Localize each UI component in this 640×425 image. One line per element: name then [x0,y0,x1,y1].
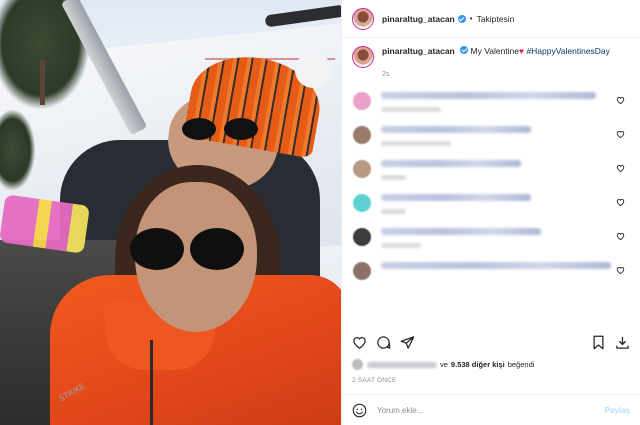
profile-avatar[interactable] [352,7,374,30]
comment-text-blurred [381,194,531,201]
bookmark-icon[interactable] [591,335,606,350]
liker-avatar [352,359,363,370]
comment-body-blurred [381,92,596,112]
heart-icon[interactable] [352,335,367,350]
emoji-icon[interactable] [352,403,367,418]
header-username[interactable]: pinaraltug_atacan [382,14,455,24]
caption-time: 2s [382,71,390,78]
caption-username[interactable]: pinaraltug_atacan [382,46,455,56]
photo-tree-small [0,110,35,190]
comment-body-blurred [381,160,521,180]
comment-like-heart-icon[interactable] [616,232,625,242]
photo-tree-trunk [40,60,45,105]
comment-meta-blurred [381,209,406,214]
comment-item [352,194,630,214]
comment-item [352,160,630,180]
comment-like-heart-icon[interactable] [616,164,625,174]
comment-like-heart-icon[interactable] [616,96,625,106]
post-header: pinaraltug_atacan • Takiptesin [342,0,640,38]
comment-like-heart-icon[interactable] [616,266,625,276]
comment-text-blurred [381,92,596,99]
posted-time: 2 SAAT ÖNCE [352,377,397,384]
download-icon[interactable] [615,335,630,350]
comments-list[interactable]: pinaraltug_atacan My Valentine♥ #HappyVa… [342,38,640,324]
likes-suffix: beğendi [507,360,535,369]
comment-body-blurred [381,126,531,146]
comment-text-blurred [381,262,611,269]
header-separator: • [469,14,473,23]
share-icon[interactable] [400,335,415,350]
verified-icon [460,46,469,54]
post-comment-button[interactable]: Paylaş [605,406,630,415]
comment-items [352,92,630,280]
comment-avatar[interactable] [353,160,371,178]
comment-item [352,262,630,280]
comment-like-heart-icon[interactable] [616,198,625,208]
action-bar [352,333,630,351]
post-view: STRIKE pinaraltug_atacan • Takiptesin pi… [0,0,640,425]
comment-meta-blurred [381,107,441,112]
likes-count[interactable]: 9.538 diğer kişi [451,360,505,369]
caption-text: pinaraltug_atacan My Valentine♥ #HappyVa… [382,46,610,57]
heart-emoji: ♥ [519,46,525,56]
photo-jacket-zipper [150,340,153,425]
likes-summary[interactable]: ve 9.538 diğer kişi beğendi [352,359,534,370]
comment-avatar[interactable] [353,92,371,110]
comment-input[interactable] [377,405,605,415]
comment-text-blurred [381,228,541,235]
comment-body-blurred [381,194,531,214]
post-photo[interactable]: STRIKE [0,0,341,425]
comment-text-blurred [381,160,521,167]
caption-body: My Valentine [470,46,520,56]
comment-body-blurred [381,262,611,269]
comment-meta-blurred [381,243,421,248]
comment-icon[interactable] [376,335,391,350]
likes-connector: ve [440,360,448,369]
liker-name-blurred [367,361,437,368]
comment-avatar[interactable] [353,126,371,144]
comment-item [352,228,630,248]
add-comment-bar: Paylaş [342,394,640,425]
comment-avatar[interactable] [353,262,371,280]
comment-avatar[interactable] [353,228,371,246]
comment-text-blurred [381,126,531,133]
comment-body-blurred [381,228,541,248]
post-sidebar: pinaraltug_atacan • Takiptesin pinaraltu… [341,0,640,425]
caption-avatar[interactable] [352,46,374,68]
comment-item [352,92,630,112]
photo-woman-sunglasses [130,228,248,270]
photo-man-sunglasses [182,118,262,140]
comment-avatar[interactable] [353,194,371,212]
comment-meta-blurred [381,175,406,180]
follow-status-button[interactable]: Takiptesin [477,14,515,24]
verified-icon [457,14,466,23]
caption: pinaraltug_atacan My Valentine♥ #HappyVa… [352,46,630,68]
caption-hashtag[interactable]: #HappyValentinesDay [526,46,609,56]
photo-beanie-pompom [295,52,331,88]
comment-like-heart-icon[interactable] [616,130,625,140]
comment-item [352,126,630,146]
comment-meta-blurred [381,141,451,146]
